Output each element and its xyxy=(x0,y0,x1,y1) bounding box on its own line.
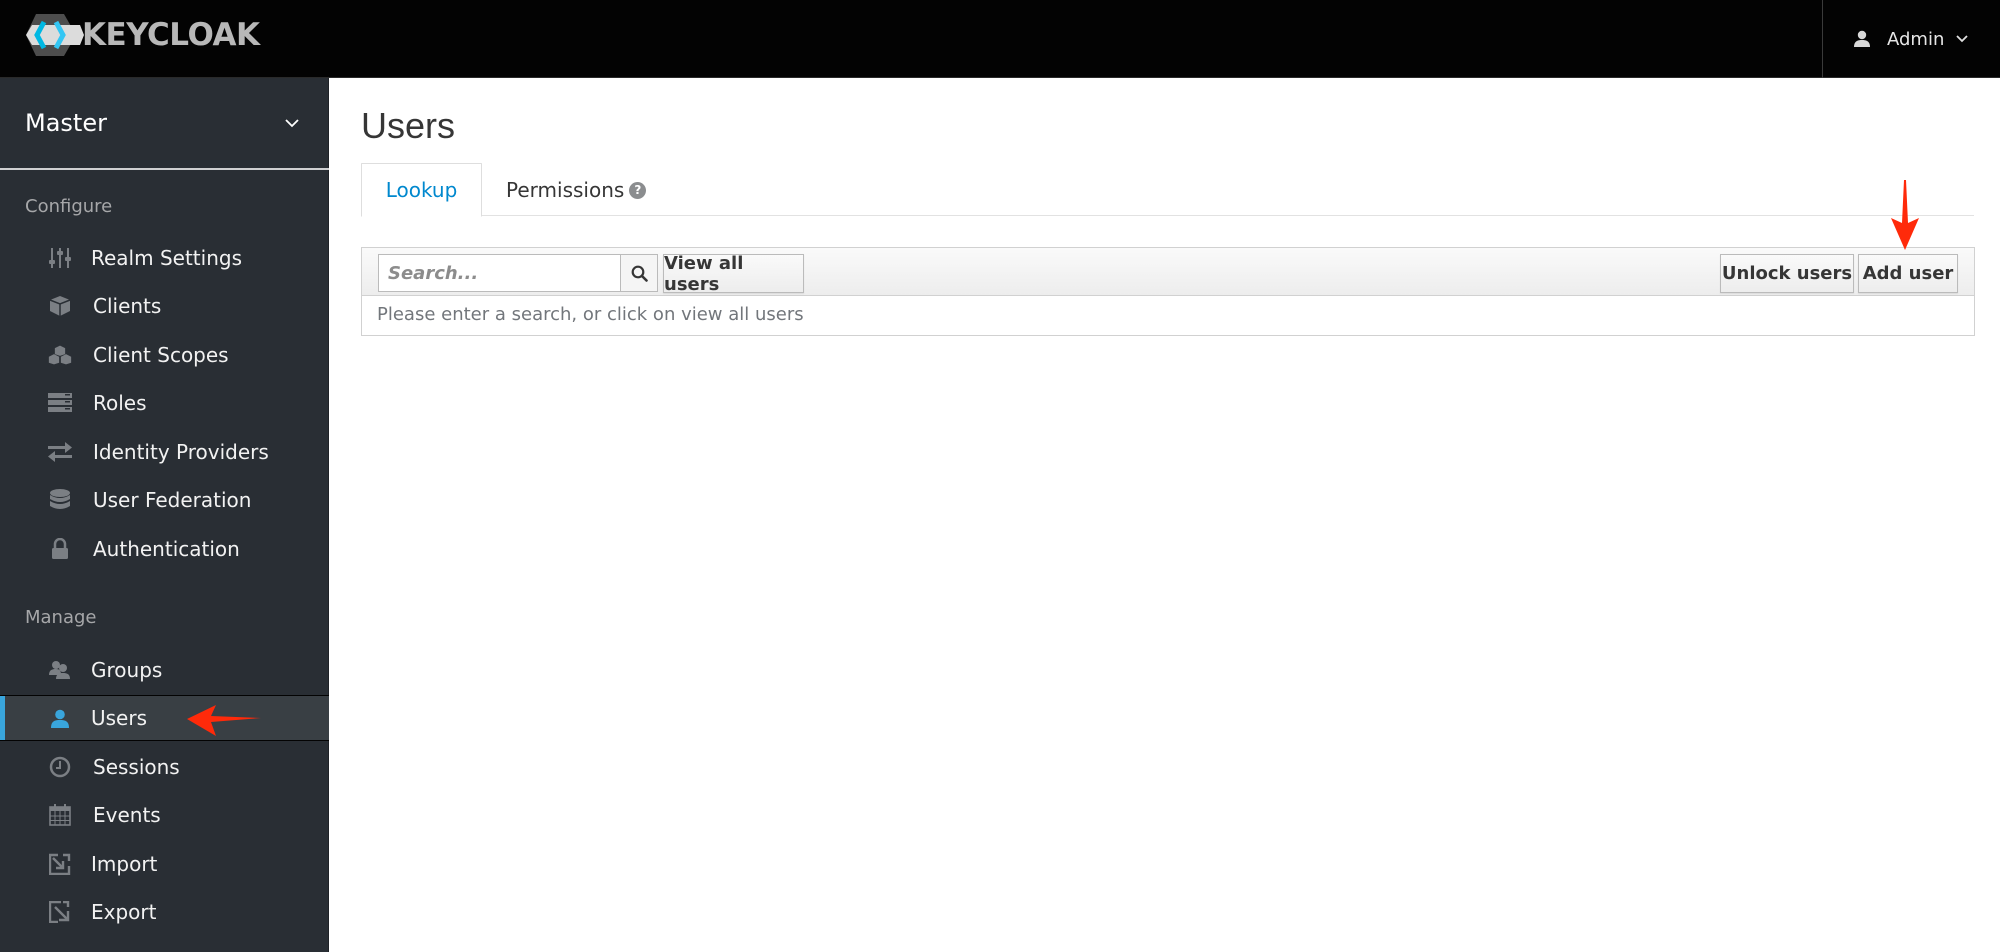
sidebar-item-events[interactable]: Events xyxy=(0,792,329,838)
tab-bar: Lookup Permissions ? xyxy=(361,163,1974,217)
tab-label: Permissions xyxy=(506,178,625,202)
search-input[interactable] xyxy=(378,254,620,292)
sidebar-item-label: Users xyxy=(91,706,148,730)
calendar-icon xyxy=(48,804,72,826)
cube-icon xyxy=(48,295,72,317)
sidebar-item-sessions[interactable]: Sessions xyxy=(0,744,329,790)
users-toolbar: View all users Unlock users Add user xyxy=(362,248,1974,296)
sidebar-item-label: Roles xyxy=(93,391,147,415)
server-icon xyxy=(48,392,72,414)
sidebar-item-label: Clients xyxy=(93,294,162,318)
sidebar-item-realm-settings[interactable]: Realm Settings xyxy=(0,235,329,281)
chevron-down-icon xyxy=(1956,35,1969,43)
sidebar-item-clients[interactable]: Clients xyxy=(0,283,329,329)
cubes-icon xyxy=(48,344,72,366)
user-menu-label: Admin xyxy=(1887,28,1945,50)
realm-selector[interactable]: Master xyxy=(0,78,329,170)
sidebar-item-user-federation[interactable]: User Federation xyxy=(0,477,329,523)
realm-name: Master xyxy=(25,109,107,137)
database-icon xyxy=(48,489,72,511)
import-icon xyxy=(48,853,72,875)
unlock-users-button[interactable]: Unlock users xyxy=(1720,254,1854,293)
sidebar-item-label: Authentication xyxy=(93,537,240,561)
sidebar-item-groups[interactable]: Groups xyxy=(0,647,329,693)
exchange-icon xyxy=(48,441,72,463)
sidebar-item-label: Groups xyxy=(91,658,163,682)
tab-label: Lookup xyxy=(385,178,458,202)
sidebar-item-roles[interactable]: Roles xyxy=(0,380,329,426)
section-label-configure: Configure xyxy=(25,196,113,217)
tab-permissions[interactable]: Permissions ? xyxy=(496,163,647,217)
sidebar-item-client-scopes[interactable]: Client Scopes xyxy=(0,332,329,378)
empty-state-message: Please enter a search, or click on view … xyxy=(377,304,804,325)
user-icon xyxy=(1854,30,1870,47)
chevron-down-icon xyxy=(285,119,299,128)
sidebar-item-label: Client Scopes xyxy=(93,343,229,367)
sidebar-item-label: User Federation xyxy=(93,488,252,512)
section-label-manage: Manage xyxy=(25,607,97,628)
users-table: View all users Unlock users Add user Ple… xyxy=(361,247,1975,336)
sidebar-item-label: Import xyxy=(91,852,158,876)
page-title: Users xyxy=(361,105,456,146)
sidebar-item-label: Events xyxy=(93,803,161,827)
main-content: Users Lookup Permissions ? View all user… xyxy=(330,78,2000,952)
question-circle-icon[interactable]: ? xyxy=(629,181,647,199)
sidebar-item-label: Export xyxy=(91,900,157,924)
sidebar-item-users[interactable]: Users xyxy=(0,695,329,741)
users-icon xyxy=(48,659,72,681)
search-button[interactable] xyxy=(620,254,658,292)
user-menu-dropdown[interactable]: Admin xyxy=(1822,0,2000,78)
view-all-users-button[interactable]: View all users xyxy=(663,253,804,295)
sidebar-item-export[interactable]: Export xyxy=(0,889,329,935)
export-icon xyxy=(48,901,72,923)
keycloak-logo[interactable]: KEYCLOAK xyxy=(24,12,260,58)
add-user-button[interactable]: Add user xyxy=(1858,254,1958,293)
search-icon xyxy=(631,265,648,282)
sidebar: Master Configure Realm Settings Clients … xyxy=(0,78,329,952)
user-icon xyxy=(48,708,72,730)
top-navbar: KEYCLOAK Admin xyxy=(0,0,2000,78)
sidebar-item-label: Identity Providers xyxy=(93,440,269,464)
sliders-icon xyxy=(48,247,72,269)
brand-name: KEYCLOAK xyxy=(82,17,260,53)
keycloak-logo-icon xyxy=(26,14,84,56)
tab-lookup[interactable]: Lookup xyxy=(361,163,482,217)
sidebar-item-authentication[interactable]: Authentication xyxy=(0,526,329,572)
lock-icon xyxy=(48,538,72,560)
clock-icon xyxy=(48,756,72,778)
sidebar-item-label: Realm Settings xyxy=(91,246,242,270)
sidebar-item-identity-providers[interactable]: Identity Providers xyxy=(0,429,329,475)
sidebar-item-label: Sessions xyxy=(93,755,180,779)
sidebar-item-import[interactable]: Import xyxy=(0,841,329,887)
